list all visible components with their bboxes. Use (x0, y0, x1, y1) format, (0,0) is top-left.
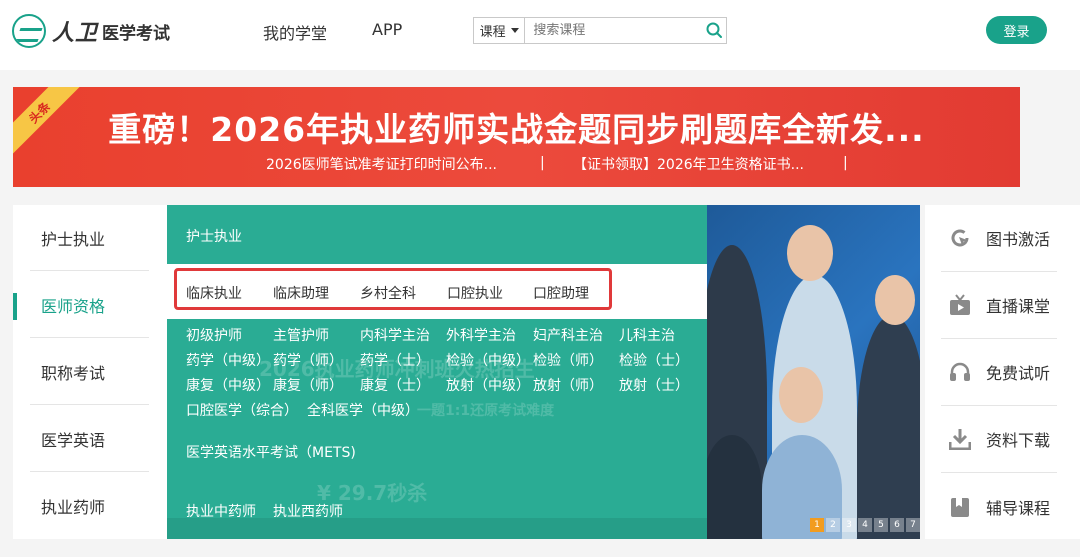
dropdown-footer-bar (167, 518, 707, 539)
search-bar: 课程 (473, 17, 727, 44)
banner-news-link-1[interactable]: 2026医师笔试准考证打印时间公布... (266, 154, 497, 174)
headline-banner[interactable]: 头条 重磅！2026年执业药师实战金题同步刷题库全新发... 2026医师笔试准… (13, 87, 1020, 187)
exam-link[interactable]: 康复（士） (360, 375, 430, 395)
exam-link[interactable]: 放射（师） (533, 375, 603, 395)
nav-app[interactable]: APP (372, 20, 402, 39)
search-icon[interactable] (703, 18, 726, 43)
menu-item-pharmacist[interactable]: 执业药师 (30, 473, 149, 539)
highlight-box (174, 268, 612, 310)
headphones-icon (949, 361, 971, 383)
pager-dot[interactable]: 5 (874, 518, 888, 532)
pager-dot[interactable]: 4 (858, 518, 872, 532)
exam-link[interactable]: 药学（士） (360, 350, 430, 370)
menu-item-title-exam[interactable]: 职称考试 (30, 339, 149, 405)
exam-link[interactable]: 检验（中级） (446, 350, 530, 370)
pager-dot[interactable]: 7 (906, 518, 920, 532)
exam-link[interactable]: 全科医学（中级） (307, 400, 419, 420)
logo-brand-text: 人卫 (52, 20, 99, 46)
exam-link[interactable]: 外科学主治 (446, 325, 516, 345)
exam-link[interactable]: 放射（士） (619, 375, 689, 395)
exam-link[interactable]: 口腔医学（综合） (186, 400, 298, 420)
quick-link-label: 直播课堂 (986, 297, 1051, 316)
site-logo[interactable]: 人卫 医学考试 (12, 12, 170, 50)
exam-link[interactable]: 药学（中级） (186, 350, 270, 370)
quick-link-tutoring[interactable]: 辅导课程 (941, 473, 1057, 540)
exam-link[interactable]: 药学（师） (273, 350, 343, 370)
search-category-select[interactable]: 课程 (474, 18, 526, 43)
active-indicator (13, 293, 17, 320)
exam-link[interactable]: 康复（师） (273, 375, 343, 395)
logo-emblem-icon (12, 14, 46, 48)
nav-my-study[interactable]: 我的学堂 (263, 20, 327, 44)
pager-dot[interactable]: 3 (842, 518, 856, 532)
banner-separator: | (540, 155, 545, 171)
banner-news-link-2[interactable]: 【证书领取】2026年卫生资格证书... (573, 154, 804, 174)
person-head (787, 225, 833, 281)
carousel-pager: 1 2 3 4 5 6 7 (810, 518, 920, 532)
exam-link[interactable]: 主管护师 (273, 325, 329, 345)
quick-link-book-activation[interactable]: 图书激活 (941, 205, 1057, 272)
quick-link-label: 免费试听 (986, 364, 1051, 383)
dropdown-heading[interactable]: 护士执业 (186, 226, 242, 246)
menu-item-physician[interactable]: 医师资格 (30, 272, 149, 338)
exam-category-menu: 护士执业 医师资格 职称考试 医学英语 执业药师 (13, 205, 167, 539)
exam-link[interactable]: 放射（中级） (446, 375, 530, 395)
background-promo-text: 一题1:1还原考试难度 (417, 403, 555, 419)
top-header: 人卫 医学考试 我的学堂 APP 课程 登录 (0, 0, 1080, 70)
quick-link-free-trial[interactable]: 免费试听 (941, 339, 1057, 406)
exam-link[interactable]: 检验（士） (619, 350, 689, 370)
quick-link-label: 辅导课程 (986, 498, 1051, 518)
live-class-icon (949, 294, 971, 316)
search-input[interactable] (525, 18, 704, 43)
exam-link[interactable]: 儿科主治 (619, 325, 675, 345)
pager-dot[interactable]: 1 (810, 518, 824, 532)
exam-link[interactable]: 检验（师） (533, 350, 603, 370)
quick-link-label: 图书激活 (986, 230, 1051, 249)
search-category-label: 课程 (479, 25, 506, 40)
book-activate-icon (949, 227, 971, 249)
quick-links-menu: 图书激活 直播课堂 免费试听 资料下载 辅导课程 (925, 205, 1080, 539)
quick-link-live-class[interactable]: 直播课堂 (941, 272, 1057, 339)
caret-down-icon (510, 28, 519, 33)
pager-dot[interactable]: 6 (890, 518, 904, 532)
exam-link-mets[interactable]: 医学英语水平考试（METS) (186, 442, 356, 462)
logo-title-text: 医学考试 (102, 23, 171, 44)
person-head (779, 367, 823, 423)
download-icon (949, 428, 971, 450)
exam-link[interactable]: 康复（中级） (186, 375, 270, 395)
course-book-icon (949, 496, 971, 518)
login-button[interactable]: 登录 (986, 16, 1047, 44)
promo-carousel-image[interactable]: 1 2 3 4 5 6 7 (707, 205, 920, 539)
person-head (875, 275, 915, 325)
exam-link[interactable]: 妇产科主治 (533, 325, 603, 345)
category-dropdown-panel: 2026执业药师冲刺班火热招生 一题1:1还原考试难度 ¥ 29.7秒杀 护士执… (167, 205, 707, 539)
banner-headline[interactable]: 重磅！2026年执业药师实战金题同步刷题库全新发... (13, 103, 1020, 151)
banner-separator: | (843, 155, 848, 171)
quick-link-downloads[interactable]: 资料下载 (941, 406, 1057, 473)
person-figure (857, 315, 920, 539)
exam-link[interactable]: 内科学主治 (360, 325, 430, 345)
menu-item-medical-english[interactable]: 医学英语 (30, 406, 149, 472)
pager-dot[interactable]: 2 (826, 518, 840, 532)
exam-link[interactable]: 初级护师 (186, 325, 242, 345)
quick-link-label: 资料下载 (986, 431, 1051, 450)
menu-item-nurse[interactable]: 护士执业 (30, 205, 149, 271)
